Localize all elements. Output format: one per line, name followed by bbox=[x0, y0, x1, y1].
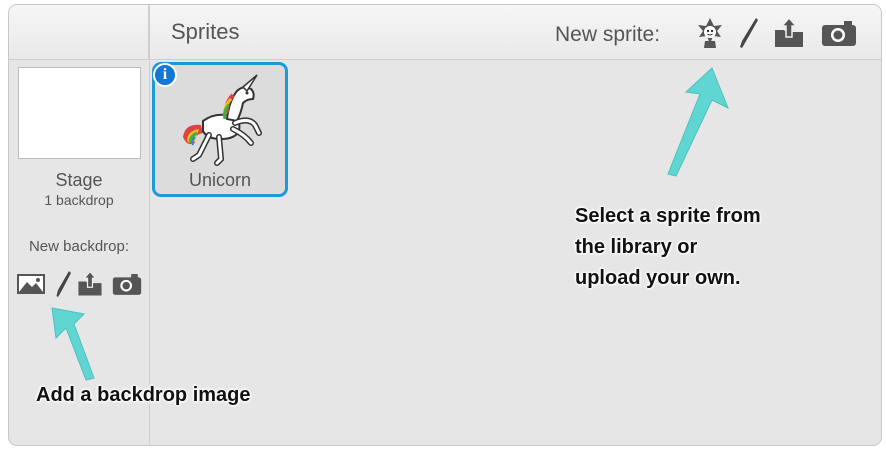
sprite-info-button[interactable]: i bbox=[153, 63, 177, 87]
backdrop-hint-text: Add a backdrop image bbox=[36, 384, 251, 406]
sprite-hint-line: upload your own. bbox=[575, 267, 741, 289]
camera-icon[interactable] bbox=[112, 269, 142, 299]
new-backdrop-label: New backdrop: bbox=[28, 238, 130, 255]
camera-icon[interactable] bbox=[821, 15, 857, 51]
upload-icon[interactable] bbox=[771, 15, 807, 51]
sprite-name: Unicorn bbox=[188, 170, 252, 190]
sprite-tile[interactable]: i Unicorn bbox=[152, 62, 288, 197]
backdrop-hint-arrow bbox=[51, 307, 95, 381]
stage-column-header bbox=[9, 5, 149, 59]
sprite-hint-line: Select a sprite from bbox=[575, 205, 761, 227]
new-sprite-label: New sprite: bbox=[555, 23, 661, 46]
sprites-title: Sprites bbox=[171, 19, 240, 44]
sprite-hint-text: Select a sprite from the library or uplo… bbox=[575, 201, 761, 294]
upload-icon[interactable] bbox=[75, 269, 105, 299]
unicorn-sprite-icon bbox=[183, 74, 262, 166]
backdrop-count: 1 backdrop bbox=[44, 192, 114, 208]
stage-thumbnail[interactable] bbox=[18, 67, 141, 159]
paint-brush-icon[interactable] bbox=[731, 15, 767, 51]
landscape-image-icon[interactable] bbox=[16, 269, 46, 299]
stage-name: Stage bbox=[55, 170, 103, 190]
sprite-library-icon[interactable] bbox=[692, 15, 728, 51]
sprite-hint-line: the library or bbox=[575, 236, 698, 258]
sprite-hint-arrow bbox=[667, 67, 729, 177]
